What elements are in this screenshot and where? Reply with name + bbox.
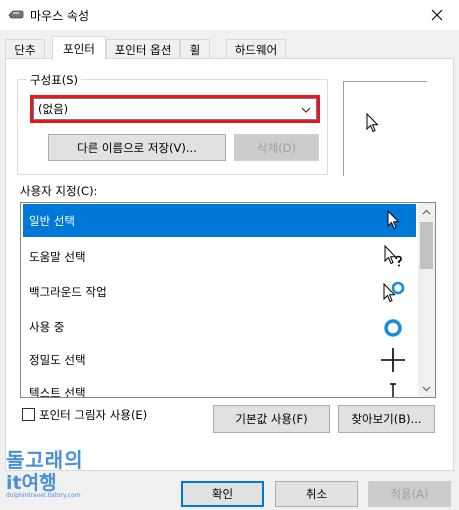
scroll-up-button[interactable] (418, 203, 435, 220)
scheme-dropdown[interactable]: (없음) (30, 95, 320, 123)
list-item[interactable]: 백그라운드 작업 (23, 275, 416, 308)
list-item-label: 사용 중 (29, 319, 65, 334)
tab-wheel[interactable]: 휠 (180, 39, 210, 59)
close-button[interactable] (415, 0, 459, 30)
list-item[interactable]: 정밀도 선택 (23, 343, 416, 376)
scroll-down-button[interactable] (418, 380, 435, 397)
tab-label: 휠 (189, 42, 201, 57)
ok-button[interactable]: 확인 (181, 481, 264, 507)
busy-cursor-icon (384, 319, 402, 337)
cursor-preview (343, 81, 427, 176)
help-cursor-icon (384, 244, 402, 267)
apply-label: 적용(A) (390, 487, 429, 501)
watermark-url: dolphintravel.tistory.com (6, 492, 81, 499)
cursor-list[interactable]: 일반 선택 도움말 선택 백그라운드 작업 사용 중 정밀도 선택 텍스트 선택 (20, 202, 436, 398)
window-title: 마우스 속성 (30, 9, 90, 23)
list-item[interactable]: 일반 선택 (23, 204, 416, 237)
title-bar: 마우스 속성 (0, 0, 459, 30)
chevron-down-icon (422, 386, 431, 391)
list-item[interactable]: 도움말 선택 (23, 240, 416, 273)
pointer-shadow-checkbox[interactable] (22, 408, 35, 421)
cancel-button[interactable]: 취소 (275, 481, 358, 507)
scroll-thumb[interactable] (420, 222, 433, 269)
tab-hardware[interactable]: 하드웨어 (226, 39, 286, 59)
close-icon (431, 9, 443, 21)
ok-label: 확인 (211, 487, 234, 501)
tab-label: 단추 (14, 42, 36, 57)
tab-pointer-options[interactable]: 포인터 옵션 (106, 39, 180, 59)
arrow-cursor-icon (387, 209, 400, 230)
use-default-label: 기본값 사용(F) (235, 412, 308, 426)
chevron-up-icon (422, 209, 431, 214)
cancel-label: 취소 (305, 487, 328, 501)
apply-button[interactable]: 적용(A) (368, 481, 451, 507)
list-item[interactable]: 사용 중 (23, 310, 416, 343)
pointer-shadow-label[interactable]: 포인터 그림자 사용(E) (39, 407, 147, 423)
working-in-background-cursor-icon (383, 281, 405, 303)
arrow-cursor-icon (366, 113, 379, 133)
vertical-scrollbar[interactable] (418, 203, 435, 397)
text-cursor-icon (390, 383, 396, 397)
watermark-logo: 돌고래의 it여행 dolphintravel.tistory.com (6, 444, 106, 500)
scheme-selected-value: (없음) (38, 102, 69, 116)
browse-button[interactable]: 찾아보기(B)... (338, 405, 435, 433)
save-as-button[interactable]: 다른 이름으로 저장(V)... (48, 134, 226, 161)
tab-pointers[interactable]: 포인터 (52, 36, 106, 60)
mouse-icon (8, 10, 24, 19)
tab-label: 하드웨어 (234, 42, 278, 57)
watermark-line2: it여행 (6, 472, 57, 494)
delete-label: 삭제(D) (257, 140, 296, 155)
tab-buttons[interactable]: 단추 (5, 39, 45, 59)
list-item-label: 도움말 선택 (29, 249, 86, 264)
scheme-label: 구성표(S) (27, 72, 82, 88)
list-item-label: 텍스트 선택 (29, 385, 86, 398)
scheme-dropdown-field: (없음) (33, 98, 317, 120)
list-item-label: 백그라운드 작업 (29, 284, 107, 299)
chevron-down-icon (301, 107, 311, 113)
list-item-label: 일반 선택 (29, 213, 75, 228)
precision-cursor-icon (381, 348, 405, 372)
list-item[interactable]: 텍스트 선택 (23, 376, 416, 398)
save-as-label: 다른 이름으로 저장(V)... (77, 140, 197, 155)
delete-button[interactable]: 삭제(D) (234, 134, 319, 161)
browse-label: 찾아보기(B)... (351, 412, 422, 426)
tab-label: 포인터 옵션 (114, 42, 172, 57)
tab-label: 포인터 (63, 41, 95, 56)
use-default-button[interactable]: 기본값 사용(F) (213, 405, 330, 433)
customize-label: 사용자 지정(C): (20, 184, 98, 198)
list-item-label: 정밀도 선택 (29, 352, 86, 367)
